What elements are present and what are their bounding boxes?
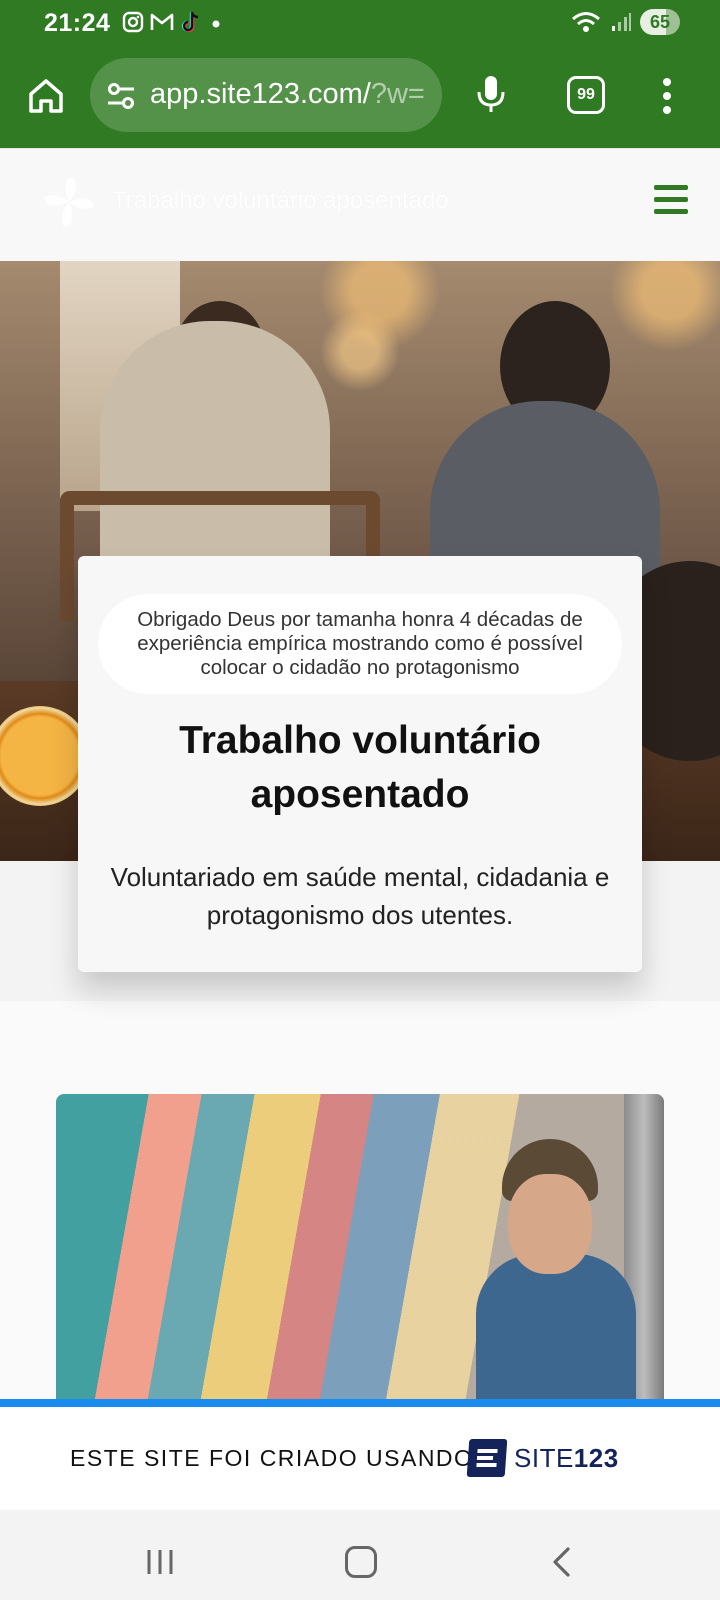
banner-text[interactable]: ESTE SITE FOI CRIADO USANDO <box>70 1445 473 1472</box>
status-right: 65 <box>570 9 680 35</box>
site123-brand-name: SITE123 <box>514 1443 619 1474</box>
site123-banner[interactable]: ESTE SITE FOI CRIADO USANDO SITE123 <box>0 1407 720 1510</box>
tiktok-icon <box>181 11 199 33</box>
status-time: 21:24 <box>44 9 111 37</box>
url-main: app.site123.com/ <box>150 78 371 110</box>
site-logo-icon[interactable] <box>40 173 98 231</box>
site-header: Trabalho voluntário aposentado <box>0 148 720 260</box>
wifi-icon <box>572 12 600 32</box>
brand-suffix: 123 <box>573 1442 619 1473</box>
hamburger-menu-icon[interactable] <box>654 185 688 217</box>
hamburger-line <box>654 185 688 190</box>
brand-prefix: SITE <box>514 1442 574 1473</box>
recent-apps-icon[interactable] <box>145 1548 175 1576</box>
hero-description: Voluntariado em saúde mental, cidadania … <box>110 862 610 930</box>
instagram-icon <box>122 11 144 33</box>
battery-indicator: 65 <box>640 9 680 35</box>
hero-tagline: Obrigado Deus por tamanha honra 4 década… <box>98 594 622 694</box>
site123-logo-icon <box>466 1439 508 1477</box>
hero-card: Obrigado Deus por tamanha honra 4 década… <box>78 556 642 972</box>
status-bar: 21:24 65 <box>0 0 720 48</box>
hamburger-line <box>654 209 688 214</box>
gmail-icon <box>150 13 174 30</box>
site-title[interactable]: Trabalho voluntário aposentado <box>112 187 449 215</box>
art-figure <box>476 1254 636 1400</box>
url-text[interactable]: app.site123.com/?w= <box>150 78 430 111</box>
hamburger-line <box>654 197 688 202</box>
site-settings-icon[interactable] <box>106 82 136 110</box>
url-faded: ?w= <box>370 78 425 110</box>
back-icon[interactable] <box>550 1546 574 1578</box>
microphone-icon[interactable] <box>474 74 508 114</box>
site123-logo[interactable]: SITE123 <box>466 1439 619 1477</box>
art-figure <box>508 1174 592 1274</box>
home-nav-icon[interactable] <box>345 1546 377 1578</box>
more-menu-icon[interactable] <box>662 76 672 116</box>
home-icon[interactable] <box>26 76 66 116</box>
system-navigation-bar <box>0 1510 720 1600</box>
signal-icon <box>612 13 631 31</box>
mural-painter-image <box>56 1094 664 1400</box>
address-bar[interactable]: app.site123.com/?w= <box>90 58 442 132</box>
tab-switcher-button[interactable]: 99 <box>567 76 605 114</box>
browser-toolbar: app.site123.com/?w= 99 <box>0 48 720 148</box>
banner-accent-line <box>0 1399 720 1407</box>
dot-icon <box>212 20 220 28</box>
notification-icons <box>122 10 224 34</box>
hero-title: Trabalho voluntário aposentado <box>179 719 541 816</box>
